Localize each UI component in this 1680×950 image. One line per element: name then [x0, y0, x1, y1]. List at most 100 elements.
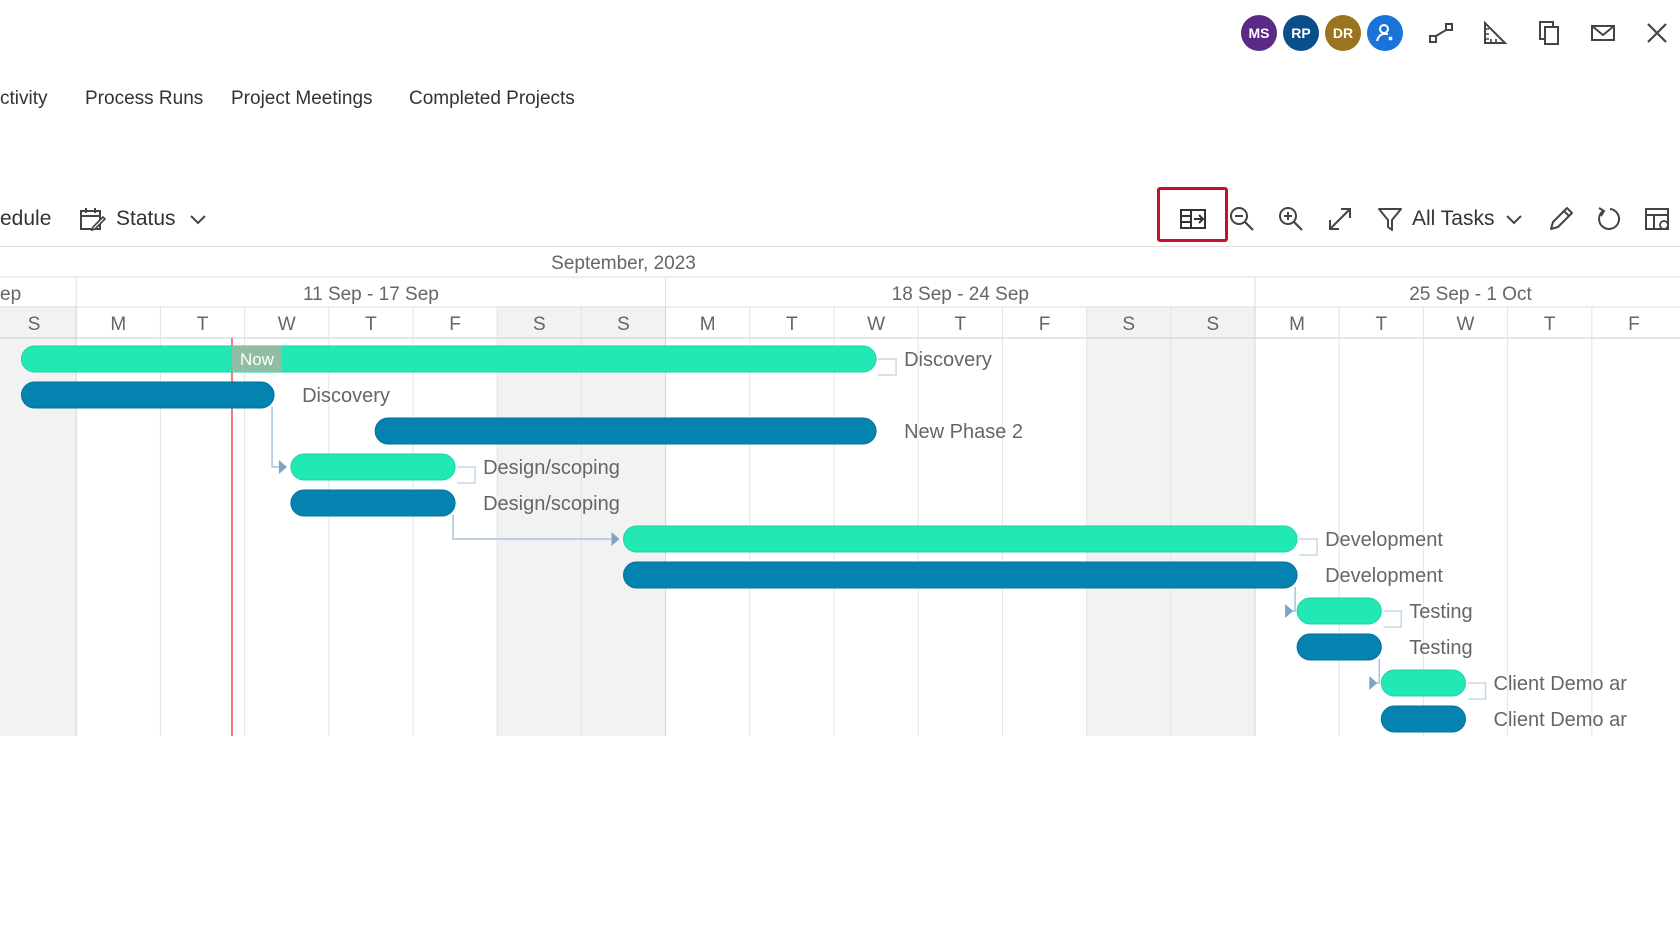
day-label: S [1122, 314, 1135, 335]
day-label: W [1457, 314, 1475, 335]
bar-bracket [1299, 538, 1318, 556]
filter-dropdown[interactable]: All Tasks [1376, 198, 1524, 240]
day-label: T [1544, 314, 1556, 335]
task-bar[interactable] [290, 489, 456, 517]
edit-button[interactable] [1540, 198, 1582, 240]
day-label: W [867, 314, 885, 335]
task-bar[interactable] [374, 417, 877, 445]
zoom-in-icon [1279, 207, 1303, 231]
zoom-out-button[interactable] [1221, 198, 1263, 240]
avatar-rp[interactable]: RP [1283, 15, 1319, 51]
task-label: Client Demo ar [1494, 709, 1628, 731]
gantt-svg: September, 2023 ep 11 Sep - 17 Sep 18 Sep -… [0, 246, 1680, 736]
bar-bracket [878, 358, 897, 376]
task-bar[interactable] [1296, 633, 1382, 661]
avatar-initials: RP [1291, 25, 1311, 41]
task-label: Design/scoping [483, 493, 620, 515]
day-label: M [1289, 314, 1305, 335]
day-label: W [278, 314, 296, 335]
task-bar[interactable] [623, 561, 1298, 589]
day-label: T [786, 314, 798, 335]
task-bar[interactable] [290, 453, 456, 481]
dependency-arrow [1285, 604, 1294, 618]
column-settings-icon [1645, 208, 1669, 230]
user-icon [1376, 24, 1393, 42]
day-label: S [1207, 314, 1220, 335]
avatar-dr[interactable]: DR [1325, 15, 1361, 51]
task-label: Development [1325, 529, 1443, 551]
dependency-line [271, 407, 281, 468]
bar-bracket [457, 466, 476, 484]
expand-button[interactable] [1319, 198, 1361, 240]
task-bar[interactable] [1296, 597, 1382, 625]
week-label: 11 Sep - 17 Sep [303, 284, 439, 305]
status-label: Status [116, 207, 176, 230]
expand-icon [1329, 208, 1351, 230]
dependency-arrow [1369, 676, 1378, 690]
bar-bracket [1383, 610, 1403, 628]
task-bar[interactable] [1380, 705, 1467, 733]
task-label: Testing [1409, 637, 1472, 659]
bar-bracket [1467, 682, 1487, 700]
refresh-button[interactable] [1589, 198, 1631, 240]
tab-process-runs[interactable]: Process Runs [85, 88, 203, 110]
task-label: Design/scoping [483, 457, 620, 479]
task-bar[interactable] [623, 525, 1298, 553]
chevron-down-icon [189, 215, 206, 225]
day-label: M [110, 314, 126, 335]
calendar-edit-icon [80, 208, 106, 232]
refresh-icon [1598, 207, 1621, 230]
day-label: S [533, 314, 546, 335]
task-bar[interactable] [20, 381, 275, 409]
day-label: T [197, 314, 209, 335]
day-label: M [700, 314, 716, 335]
day-label: F [1039, 314, 1051, 335]
task-label: Client Demo ar [1494, 673, 1628, 695]
task-label: Discovery [904, 349, 992, 371]
task-label: New Phase 2 [904, 421, 1023, 443]
day-label: T [954, 314, 966, 335]
zoom-out-icon [1230, 207, 1254, 231]
task-bar[interactable] [1380, 669, 1467, 697]
day-label: S [617, 314, 630, 335]
schedule-label: edule [0, 207, 52, 230]
edit-icon [1550, 207, 1573, 230]
filter-label: All Tasks [1412, 207, 1495, 230]
tab-completed-projects[interactable]: Completed Projects [409, 88, 575, 110]
now-label: Now [240, 350, 275, 369]
column-settings-button[interactable] [1637, 198, 1679, 240]
chevron-down-icon [1506, 215, 1523, 225]
close-icon[interactable] [1638, 14, 1676, 52]
status-dropdown[interactable]: Status [78, 198, 208, 240]
copy-icon[interactable] [1530, 14, 1568, 52]
task-panel-button[interactable] [1172, 198, 1214, 240]
task-label: Testing [1409, 601, 1472, 623]
avatar-ms[interactable]: MS [1241, 15, 1277, 51]
zoom-in-button[interactable] [1270, 198, 1312, 240]
day-label: T [1375, 314, 1387, 335]
week-label: ep [0, 284, 21, 305]
tab-project-meetings[interactable]: Project Meetings [231, 88, 373, 110]
task-bar[interactable] [20, 345, 877, 373]
weekend-shade [1086, 307, 1171, 736]
avatar-initials: DR [1332, 25, 1354, 41]
weekend-shade [1170, 307, 1255, 736]
day-label: T [365, 314, 377, 335]
month-label: September, 2023 [551, 253, 696, 274]
day-label: F [449, 314, 461, 335]
mail-icon[interactable] [1584, 14, 1622, 52]
week-label: 25 Sep - 1 Oct [1409, 284, 1532, 305]
schedule-button[interactable]: edule [0, 198, 51, 240]
week-label: 18 Sep - 24 Sep [892, 284, 1029, 305]
ruler-icon[interactable] [1476, 14, 1514, 52]
avatar-user[interactable] [1367, 15, 1403, 51]
link-icon[interactable] [1422, 14, 1460, 52]
filter-icon [1378, 208, 1402, 231]
tab-activity[interactable]: ctivity [0, 88, 48, 110]
task-label: Development [1325, 565, 1443, 587]
gantt-chart: September, 2023 ep 11 Sep - 17 Sep 18 Sep -… [0, 246, 1680, 736]
avatar-initials: MS [1248, 25, 1270, 41]
dependency-arrow [278, 460, 287, 474]
task-panel-icon [1180, 209, 1206, 229]
task-label: Discovery [302, 385, 390, 407]
